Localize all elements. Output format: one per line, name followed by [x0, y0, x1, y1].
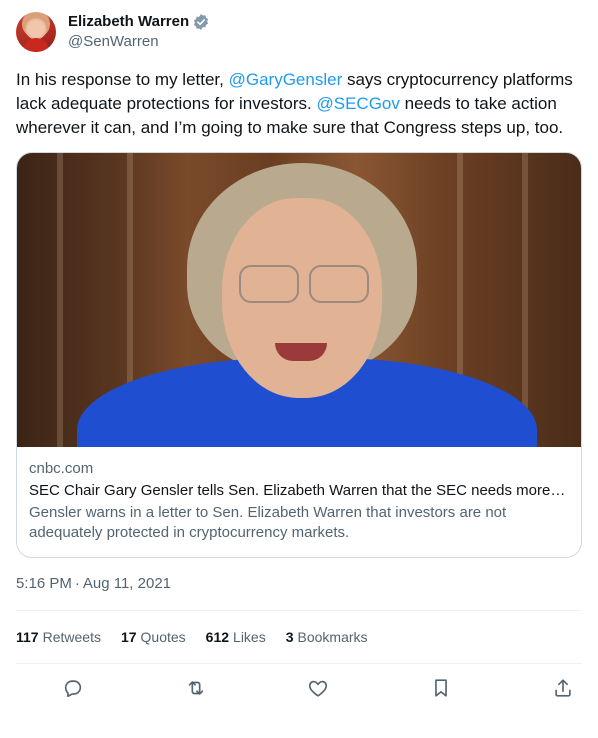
handle[interactable]: @SenWarren	[68, 32, 210, 52]
reply-icon	[64, 680, 82, 698]
card-domain: cnbc.com	[29, 460, 94, 477]
retweets-stat[interactable]: 117 Retweets	[16, 629, 101, 645]
likes-stat[interactable]: 612 Likes	[206, 629, 266, 645]
card-description: Gensler warns in a letter to Sen. Elizab…	[29, 504, 507, 541]
action-bar	[16, 664, 582, 712]
like-button[interactable]	[307, 677, 329, 699]
quotes-label: Quotes	[140, 629, 186, 645]
bookmark-icon	[434, 679, 447, 697]
bookmarks-count: 3	[285, 629, 294, 645]
link-card[interactable]: cnbc.com SEC Chair Gary Gensler tells Se…	[16, 152, 582, 558]
name-row: Elizabeth Warren	[68, 12, 210, 32]
bookmarks-stat[interactable]: 3 Bookmarks	[286, 629, 368, 645]
likes-label: Likes	[233, 629, 266, 645]
timestamp-date: Aug 11, 2021	[82, 575, 172, 592]
likes-count: 612	[205, 629, 230, 645]
mention-link[interactable]: @GaryGensler	[229, 70, 343, 89]
bookmark-button[interactable]	[430, 677, 452, 699]
like-icon	[308, 680, 328, 697]
quotes-stat[interactable]: 17 Quotes	[121, 629, 186, 645]
timestamp[interactable]: 5:16 PM · Aug 11, 2021	[16, 574, 582, 594]
tweet-text-part: In his response to my letter,	[16, 70, 229, 89]
retweets-count: 117	[16, 629, 39, 645]
retweet-button[interactable]	[185, 677, 207, 699]
display-name[interactable]: Elizabeth Warren	[68, 12, 189, 32]
card-body: cnbc.com SEC Chair Gary Gensler tells Se…	[17, 447, 581, 543]
timestamp-time: 5:16 PM	[16, 575, 72, 592]
quotes-count: 17	[120, 629, 137, 645]
tweet: Elizabeth Warren @SenWarren In his respo…	[16, 12, 582, 712]
tweet-text: In his response to my letter, @GaryGensl…	[16, 68, 582, 140]
bookmarks-label: Bookmarks	[297, 629, 368, 645]
timestamp-separator: ·	[74, 575, 80, 592]
mention-link[interactable]: @SECGov	[317, 94, 400, 113]
verified-badge-icon	[194, 14, 209, 30]
share-icon	[555, 679, 571, 697]
reply-button[interactable]	[62, 677, 84, 699]
avatar[interactable]	[16, 12, 56, 52]
tweet-header: Elizabeth Warren @SenWarren	[16, 12, 582, 52]
retweet-icon	[188, 681, 203, 695]
card-title[interactable]: SEC Chair Gary Gensler tells Sen. Elizab…	[29, 481, 569, 501]
share-button[interactable]	[552, 677, 574, 699]
retweets-label: Retweets	[42, 629, 101, 645]
author-names: Elizabeth Warren @SenWarren	[68, 12, 210, 52]
card-image[interactable]	[17, 153, 581, 447]
engagement-stats: 117 Retweets 17 Quotes 612 Likes 3 Bookm…	[16, 611, 582, 663]
